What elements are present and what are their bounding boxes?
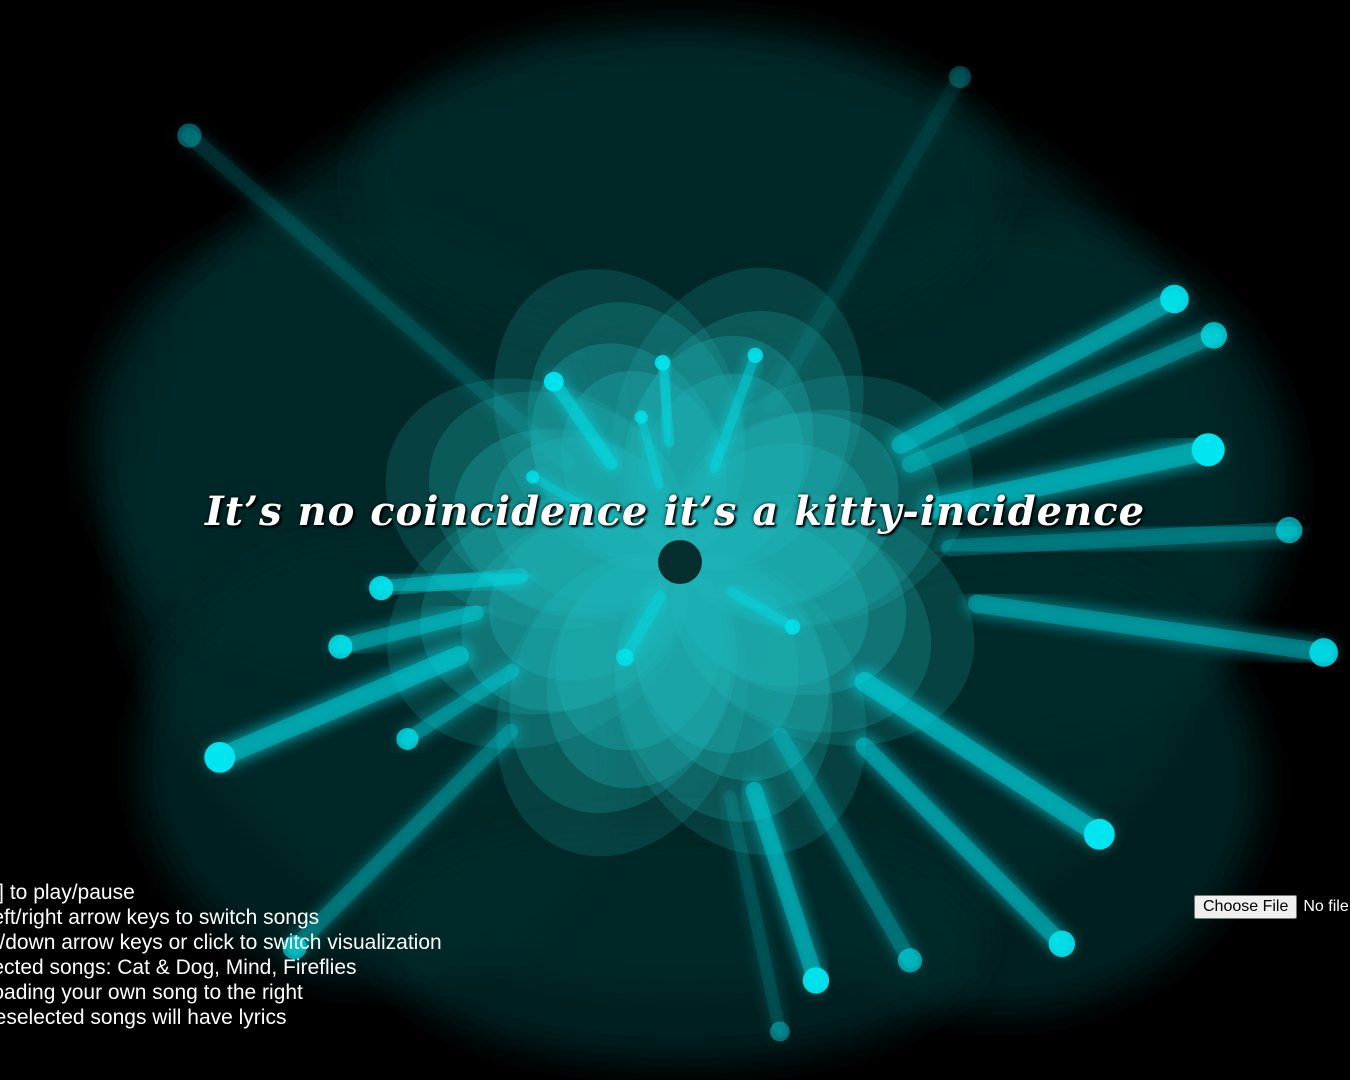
ray-tip — [328, 634, 353, 659]
ray-tip — [747, 347, 763, 363]
ray-tip — [949, 66, 971, 89]
instruction-line: ce] to play/pause — [0, 881, 135, 904]
ray-tip — [204, 741, 236, 773]
ray-tip — [1048, 930, 1076, 958]
instruction-line: ] left/right arrow keys to switch songs — [0, 906, 320, 929]
instruction-line: preselected songs will have lyrics — [0, 1006, 287, 1029]
instruction-line: up/down arrow keys or click to switch vi… — [0, 931, 442, 954]
ray-tip — [1083, 818, 1115, 850]
instruction-line: ploading your own song to the right — [0, 981, 303, 1004]
instructions-list: ce] to play/pause ] left/right arrow key… — [0, 880, 516, 1030]
ray-tip — [369, 576, 394, 601]
ray-streak — [657, 357, 675, 448]
ray-tip — [616, 648, 634, 667]
lyric-text: It’s no coincidence it’s a kitty-inciden… — [204, 488, 1146, 535]
ray-tip — [769, 1021, 790, 1042]
ray-tip — [526, 470, 540, 484]
flower-center — [658, 540, 702, 584]
ray-tip — [784, 619, 801, 635]
ray-tip — [1200, 322, 1228, 349]
ray-tip — [543, 371, 564, 392]
choose-file-button[interactable]: Choose File — [1194, 895, 1298, 919]
ray-tip — [654, 355, 671, 371]
ray-tip — [634, 410, 648, 424]
ray-tip — [177, 123, 202, 148]
file-status: No file chosen — [1303, 898, 1350, 915]
ray-tip — [1191, 433, 1225, 467]
ray-tip — [897, 948, 923, 973]
ray-tip — [1160, 284, 1189, 314]
ray-tip — [1309, 638, 1338, 667]
file-upload[interactable]: Choose File No file chosen — [1194, 894, 1350, 920]
ray-tip — [396, 728, 419, 751]
instruction-line: elected songs: Cat & Dog, Mind, Fireflie… — [0, 956, 357, 979]
ray-tip — [802, 967, 830, 994]
